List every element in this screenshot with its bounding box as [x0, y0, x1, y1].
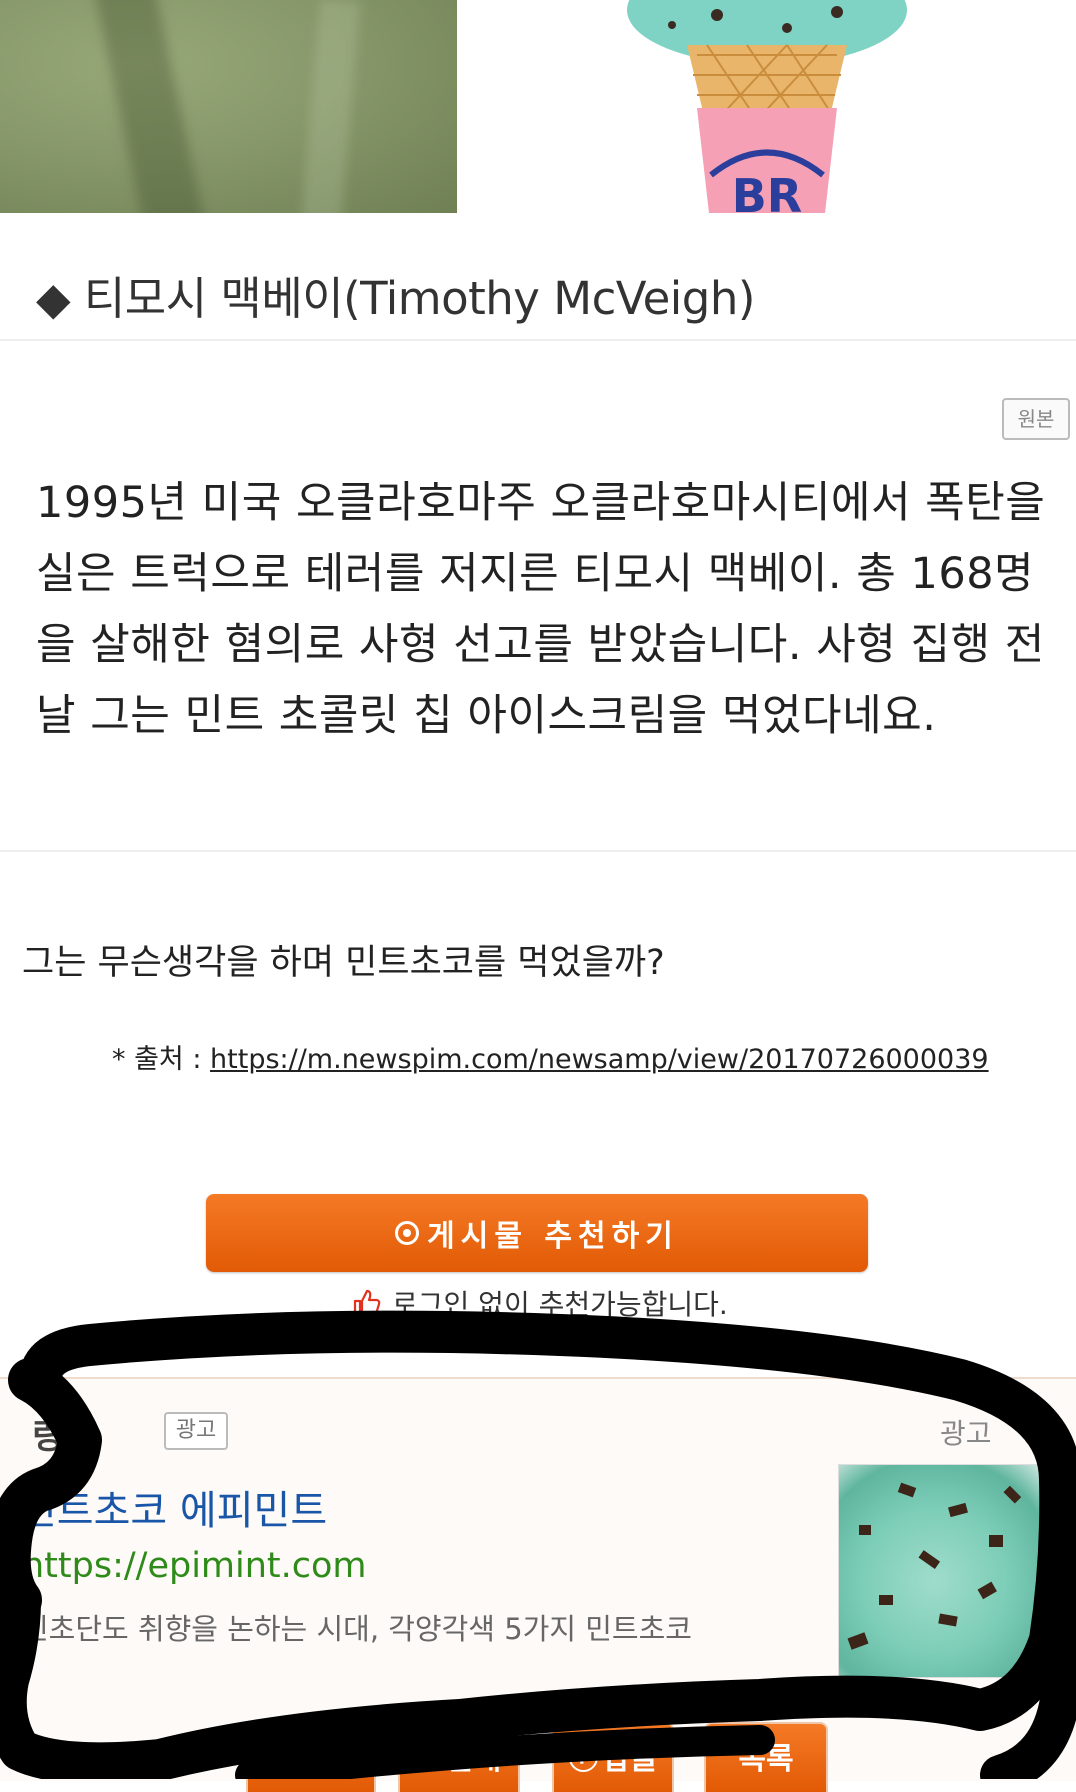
- thumbs-up-icon: [353, 1289, 381, 1317]
- ad-section-label: 링크: [32, 1417, 95, 1457]
- ad-badge: 광고: [164, 1412, 228, 1450]
- mint-chip-scoop-illustration: [847, 1482, 1022, 1650]
- reply-label: 답글: [602, 1742, 658, 1777]
- original-image-button[interactable]: 원본: [1002, 398, 1070, 440]
- reply-icon: ⓡ: [568, 1742, 599, 1777]
- source-line: * 출처 : https://m.newspim.com/newsamp/vie…: [112, 1037, 989, 1076]
- oppose-label: 반대: [445, 1742, 502, 1777]
- section-heading: ◆ 티모시 맥베이(Timothy McVeigh): [36, 272, 755, 325]
- source-prefix: * 출처 :: [112, 1044, 211, 1075]
- post-image-ice-cream-cone: BR: [457, 0, 1076, 213]
- source-link[interactable]: https://m.newspim.com/newsamp/view/20170…: [210, 1044, 989, 1075]
- target-icon: [395, 1221, 420, 1245]
- recommend-small-button[interactable]: [246, 1722, 376, 1792]
- recommend-note: 로그인 없이 추천가능합니다.: [352, 1283, 728, 1323]
- ad-url-link[interactable]: https://epimint.com: [22, 1546, 367, 1586]
- ad-info-label[interactable]: 광고: [940, 1412, 992, 1452]
- recommend-button[interactable]: 게시물 추천하기: [206, 1194, 868, 1272]
- baskin-robbins-logo: BR: [732, 169, 802, 213]
- ad-thumbnail-mint-ice-cream[interactable]: [838, 1464, 1052, 1678]
- oppose-button[interactable]: ⊗ 반대: [398, 1722, 520, 1792]
- post-image-green-fabric: [0, 0, 457, 213]
- ad-description: 민초단도 취향을 논하는 시대, 각양각색 5가지 민트초코: [22, 1612, 692, 1646]
- reply-button[interactable]: ⓡ 답글: [552, 1722, 674, 1792]
- recommend-note-text: 로그인 없이 추천가능합니다.: [392, 1288, 728, 1321]
- post-question-text: 그는 무슨생각을 하며 민트초코를 먹었을까?: [22, 943, 665, 983]
- ad-title-link[interactable]: 민트초코 에피민트: [20, 1478, 327, 1536]
- divider: [0, 339, 1076, 341]
- oppose-icon: ⊗: [416, 1734, 442, 1769]
- ice-cream-cone-illustration: BR: [627, 0, 907, 213]
- list-button[interactable]: 목록: [704, 1722, 828, 1792]
- recommend-button-label: 게시물 추천하기: [427, 1219, 679, 1254]
- post-body-text: 1995년 미국 오클라호마주 오클라호마시티에서 폭탄을 실은 트럭으로 테러…: [36, 478, 1046, 741]
- divider: [0, 850, 1076, 852]
- list-label: 목록: [738, 1742, 794, 1777]
